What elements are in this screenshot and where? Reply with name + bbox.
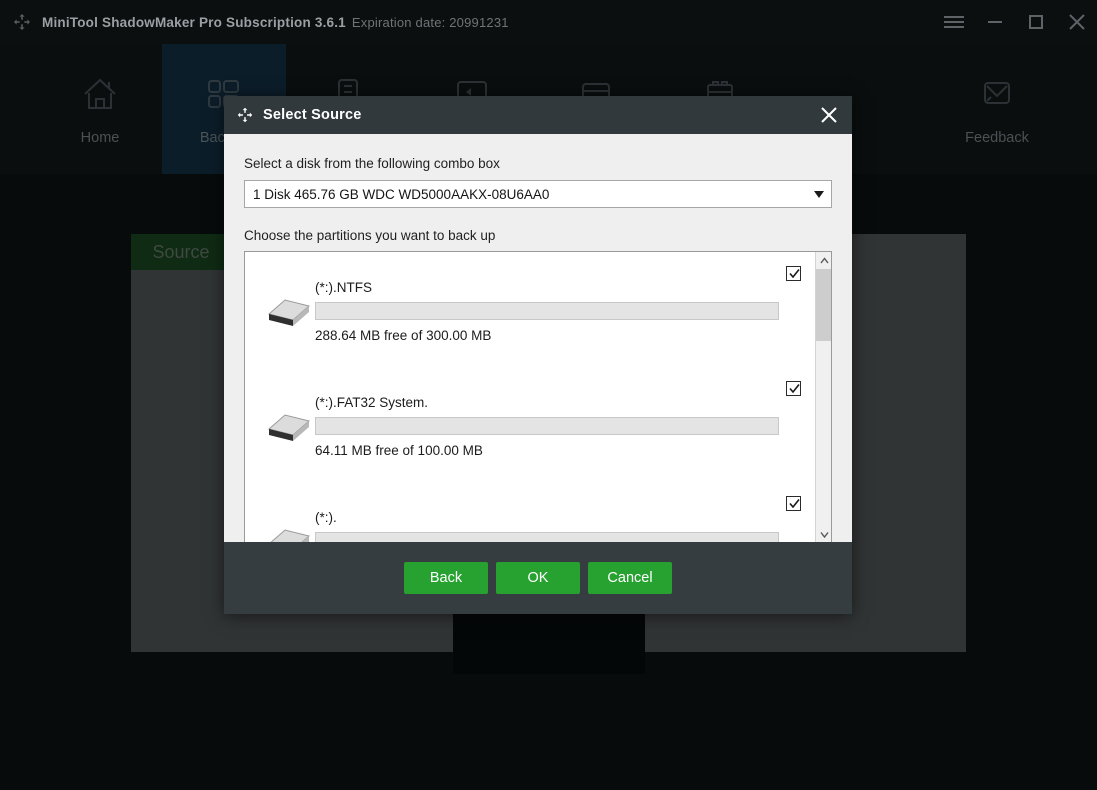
disk-partition-icon <box>263 407 315 447</box>
partition-row[interactable]: (*:).NTFS 288.64 MB free of 300.00 MB <box>245 252 815 367</box>
bottom-action-bar: Schedule Scheme Options Back up Now <box>0 690 1097 790</box>
nav-item-home[interactable]: Home <box>38 44 162 174</box>
partition-checkbox[interactable] <box>786 381 801 396</box>
dialog-header: Select Source <box>224 96 852 134</box>
dialog-title: Select Source <box>263 107 362 123</box>
partition-name: (*:). <box>315 510 337 525</box>
application-window: MiniTool ShadowMaker Pro Subscription 3.… <box>0 0 1097 790</box>
shadowmaker-logo-icon <box>12 12 32 32</box>
envelope-icon <box>973 72 1021 116</box>
window-controls <box>933 0 1097 44</box>
partition-row[interactable]: (*:).FAT32 System. 64.11 MB free of 100.… <box>245 367 815 482</box>
chevron-down-icon[interactable] <box>816 526 831 543</box>
expiration-date: Expiration date: 20991231 <box>351 14 509 30</box>
partition-usage-bar <box>315 302 779 320</box>
source-tab-label: Source <box>152 241 210 262</box>
nav-label-home: Home <box>80 130 120 146</box>
partition-name: (*:).FAT32 System. <box>315 395 429 410</box>
partition-usage-bar <box>315 417 779 435</box>
disk-select-label: Select a disk from the following combo b… <box>244 156 500 171</box>
disk-partition-icon <box>263 522 315 543</box>
cancel-button[interactable]: Cancel <box>588 562 672 594</box>
select-source-dialog: Select Source Select a disk from the fol… <box>224 96 852 614</box>
partition-checkbox[interactable] <box>786 266 801 281</box>
disk-combo-value: 1 Disk 465.76 GB WDC WD5000AAKX-08U6AA0 <box>253 186 550 202</box>
partition-list-scrollbar[interactable] <box>815 252 831 543</box>
disk-combo-box[interactable]: 1 Disk 465.76 GB WDC WD5000AAKX-08U6AA0 <box>244 180 832 208</box>
maximize-icon[interactable] <box>1015 0 1056 44</box>
app-title: MiniTool ShadowMaker Pro Subscription 3.… <box>42 15 509 30</box>
title-bar: MiniTool ShadowMaker Pro Subscription 3.… <box>0 0 1097 44</box>
chevron-up-icon[interactable] <box>816 252 831 269</box>
source-tab[interactable]: Source <box>131 234 231 270</box>
hamburger-menu-icon[interactable] <box>933 0 974 44</box>
partition-list-content: (*:).NTFS 288.64 MB free of 300.00 MB (*… <box>245 252 815 543</box>
partition-row[interactable]: (*:). <box>245 482 815 543</box>
chevron-down-icon[interactable] <box>807 181 831 207</box>
partition-free-space: 288.64 MB free of 300.00 MB <box>315 328 492 343</box>
home-icon <box>76 72 124 116</box>
disk-partition-icon <box>263 292 315 332</box>
back-button[interactable]: Back <box>404 562 488 594</box>
minimize-icon[interactable] <box>974 0 1015 44</box>
partition-checkbox[interactable] <box>786 496 801 511</box>
panel-divider <box>453 614 645 674</box>
partition-name: (*:).NTFS <box>315 280 372 295</box>
scrollbar-thumb[interactable] <box>816 269 831 341</box>
close-icon[interactable] <box>1056 0 1097 44</box>
dialog-body: Select a disk from the following combo b… <box>224 134 852 544</box>
shadowmaker-logo-icon <box>236 106 254 124</box>
partition-list[interactable]: (*:).NTFS 288.64 MB free of 300.00 MB (*… <box>244 251 832 544</box>
partitions-label: Choose the partitions you want to back u… <box>244 228 496 243</box>
nav-label-feedback: Feedback <box>965 130 1029 146</box>
dialog-footer: Back OK Cancel <box>224 542 852 614</box>
close-icon[interactable] <box>806 96 852 134</box>
partition-free-space: 64.11 MB free of 100.00 MB <box>315 443 483 458</box>
app-title-text: MiniTool ShadowMaker Pro Subscription 3.… <box>42 14 346 30</box>
ok-button[interactable]: OK <box>496 562 580 594</box>
nav-item-feedback[interactable]: Feedback <box>935 44 1059 174</box>
